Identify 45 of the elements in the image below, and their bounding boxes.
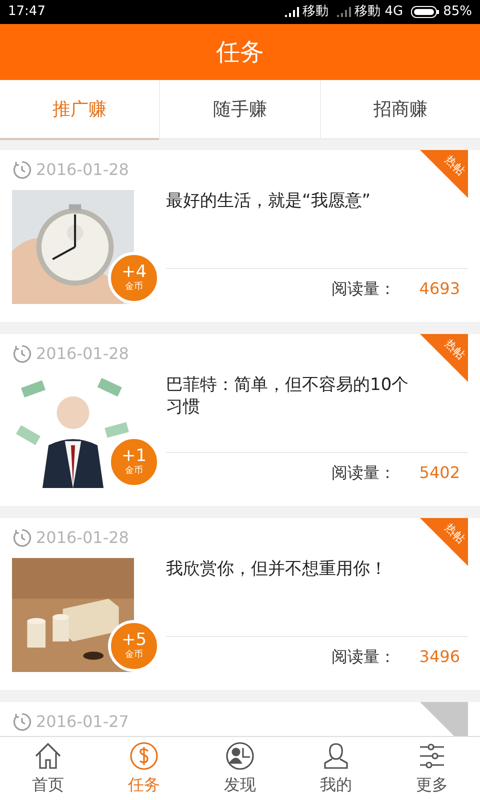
dollar-icon	[129, 740, 159, 770]
post-date: 2016-01-28	[36, 527, 129, 549]
read-count-label: 阅读量：	[331, 278, 396, 300]
person-clock-icon	[225, 740, 255, 770]
nav-tab[interactable]: 首页	[0, 737, 96, 800]
carrier-name: 移動 4G	[354, 3, 404, 22]
page-title: 任务	[216, 37, 264, 68]
carrier-name: 移動	[302, 3, 329, 22]
battery-icon	[411, 6, 440, 18]
read-count: 3496	[419, 646, 460, 668]
article-card[interactable]: 热帖 2016-01-28 +4 金币 最好的生活，就是“我愿意” 阅读量： 4693	[0, 150, 480, 322]
signal-icon	[284, 7, 299, 17]
user-icon	[321, 740, 351, 770]
read-count-label: 阅读量：	[331, 646, 396, 668]
tab[interactable]: 招商赚	[320, 80, 480, 140]
clock-icon	[12, 528, 32, 548]
clock-icon	[12, 160, 32, 180]
nav-tab[interactable]: 我的	[288, 737, 384, 800]
article-card[interactable]: 热帖 2016-01-28 +5 金币 我欣赏你，但并不想重用你！ 阅读量： 3496	[0, 518, 480, 690]
coin-badge: +4 金币	[108, 252, 160, 304]
hot-tag-label: 热帖	[443, 154, 467, 178]
hot-tag-label: 热帖	[443, 338, 467, 362]
clock-icon	[12, 712, 32, 732]
settings-sliders-icon	[417, 740, 447, 770]
battery-percent: 85%	[443, 3, 472, 22]
home-icon	[33, 740, 63, 770]
read-count: 4693	[419, 278, 460, 300]
signal-icon	[336, 7, 351, 17]
post-date: 2016-01-27	[36, 711, 129, 733]
coin-badge: +1 金币	[108, 436, 160, 488]
status-time: 17:47	[8, 3, 46, 22]
article-card[interactable]: 热帖 2016-01-28 +1 金币 巴菲特：简单，但不容易的10个习惯 阅读量： 5402	[0, 334, 480, 506]
tab[interactable]: 随手赚	[159, 80, 320, 140]
clock-icon	[12, 344, 32, 364]
post-date: 2016-01-28	[36, 343, 129, 365]
read-count: 5402	[419, 462, 460, 484]
post-date: 2016-01-28	[36, 159, 129, 181]
read-count-label: 阅读量：	[331, 462, 396, 484]
article-title: 最好的生活，就是“我愿意”	[166, 190, 372, 213]
nav-tab[interactable]: 更多	[384, 737, 480, 800]
nav-tab[interactable]: 发现	[192, 737, 288, 800]
article-title: 巴菲特：简单，但不容易的10个习惯	[166, 374, 410, 419]
article-title: 我欣赏你，但并不想重用你！	[166, 558, 388, 581]
coin-badge: +5 金币	[108, 620, 160, 672]
hot-tag-label: 热帖	[443, 522, 467, 546]
